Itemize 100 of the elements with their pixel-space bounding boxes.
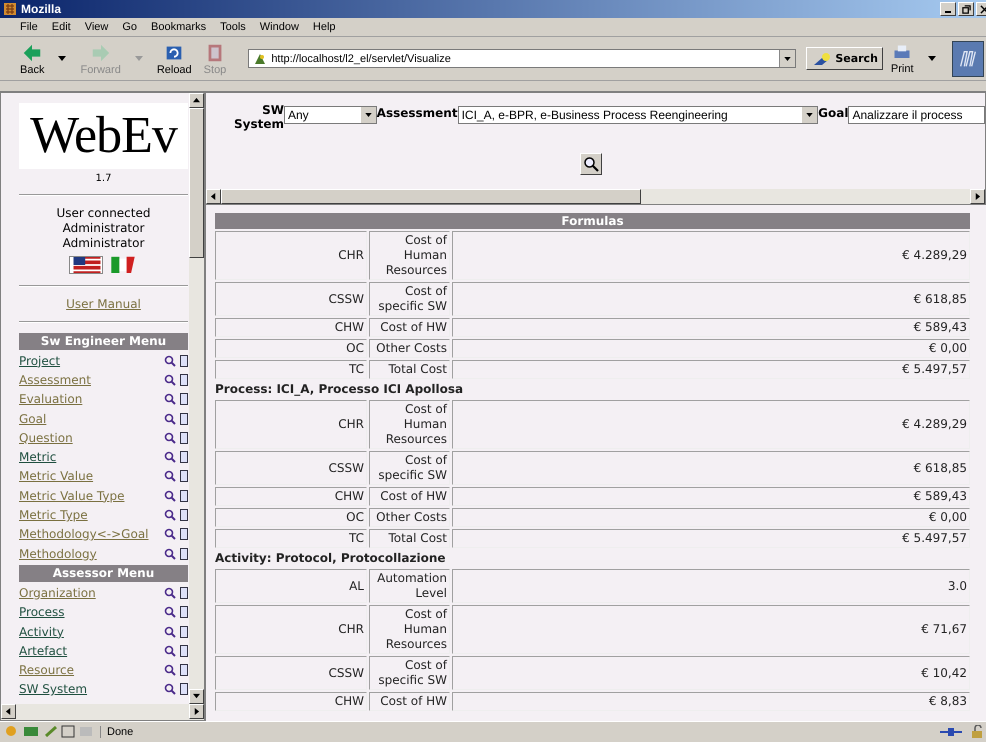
document-icon[interactable] — [180, 432, 188, 444]
search-icon[interactable] — [164, 354, 176, 367]
document-icon[interactable] — [180, 490, 188, 502]
assessment-select[interactable]: ICI_A, e-BPR, e-Business Process Reengineering — [458, 106, 818, 124]
scroll-thumb[interactable] — [221, 189, 641, 204]
scrollbar[interactable] — [206, 189, 985, 204]
search-button[interactable] — [580, 153, 602, 175]
address-field[interactable]: http://localhost/l2_el/servlet/Visualize — [248, 49, 796, 68]
menu-item[interactable]: File — [20, 21, 38, 33]
search-icon[interactable] — [164, 548, 176, 560]
scroll-arrow-icon[interactable] — [974, 193, 981, 200]
document-icon[interactable] — [180, 470, 188, 482]
search-icon[interactable] — [164, 528, 176, 540]
document-icon[interactable] — [180, 451, 188, 464]
menu-link[interactable]: Goal — [19, 412, 46, 426]
document-icon[interactable] — [180, 393, 188, 406]
menu-link[interactable]: Methodology<->Goal — [19, 527, 149, 542]
document-icon[interactable] — [180, 683, 188, 696]
menu-item[interactable]: Go — [122, 21, 138, 33]
document-icon[interactable] — [180, 509, 188, 522]
document-icon[interactable] — [180, 606, 188, 618]
table-cell: € 0,00 — [452, 339, 970, 358]
document-icon[interactable] — [180, 644, 188, 657]
menu-link[interactable]: Metric Type — [19, 508, 88, 522]
table-cell: € 5.497,57 — [452, 529, 970, 548]
toolbar-button[interactable]: Back — [16, 42, 48, 76]
dropdown-arrow-icon[interactable] — [928, 56, 936, 61]
table-cell: € 618,85 — [452, 282, 970, 316]
search-icon[interactable] — [164, 664, 176, 676]
document-icon[interactable] — [180, 412, 188, 425]
document-icon[interactable] — [180, 626, 188, 638]
table-cell: € 10,42 — [452, 656, 970, 690]
menu-link[interactable]: Resource — [19, 663, 74, 678]
dropdown-arrow-icon[interactable] — [364, 113, 372, 117]
menu-link[interactable]: Process — [19, 605, 65, 620]
table-cell: Cost of specific SW — [369, 451, 450, 485]
menu-item[interactable]: Tools — [220, 21, 246, 33]
table-cell: Cost of Human Resources — [369, 231, 450, 280]
menu-item[interactable]: View — [84, 21, 108, 33]
restore-button[interactable] — [958, 2, 974, 16]
menu-item[interactable]: Edit — [52, 21, 71, 33]
menu-link[interactable]: Metric Value Type — [19, 488, 124, 503]
search-icon[interactable] — [164, 432, 176, 444]
search-icon[interactable] — [164, 374, 176, 386]
search-icon[interactable] — [164, 470, 176, 482]
dropdown-arrow-icon[interactable] — [58, 56, 66, 61]
search-icon[interactable] — [164, 451, 176, 464]
table-cell: CHW — [215, 692, 367, 711]
menu-item[interactable]: Window — [260, 21, 299, 33]
document-icon[interactable] — [180, 374, 188, 386]
menu-link[interactable]: Metric — [19, 450, 56, 464]
logo: WebEv — [19, 103, 188, 169]
scroll-arrow-icon[interactable] — [193, 97, 200, 104]
user-manual-link[interactable]: User Manual — [66, 297, 141, 311]
table-cell: € 4.289,29 — [452, 400, 970, 449]
dropdown-arrow-icon[interactable] — [806, 113, 814, 117]
search-icon[interactable] — [164, 606, 176, 618]
scroll-arrow-icon[interactable] — [193, 708, 200, 715]
sw-system-select[interactable]: Any — [284, 106, 377, 124]
menu-link[interactable]: Question — [19, 430, 73, 445]
scroll-arrow-icon[interactable] — [210, 193, 217, 200]
menu-item[interactable]: Bookmarks — [151, 21, 206, 33]
menu-item[interactable]: Help — [312, 21, 336, 33]
menu-link[interactable]: Evaluation — [19, 392, 82, 406]
search-icon[interactable] — [164, 586, 176, 599]
search-icon[interactable] — [164, 683, 176, 696]
goal-select[interactable]: Analizzare il process — [848, 106, 985, 124]
search-icon[interactable] — [164, 644, 176, 657]
document-icon[interactable] — [180, 586, 188, 599]
toolbar-button[interactable]: Reload — [152, 42, 196, 76]
document-icon[interactable] — [180, 548, 188, 560]
search-icon[interactable] — [164, 509, 176, 522]
print-button[interactable]: Print — [886, 42, 918, 74]
scrollbar[interactable] — [189, 93, 204, 704]
search-icon[interactable] — [164, 626, 176, 638]
table-cell: Other Costs — [369, 508, 450, 527]
document-icon[interactable] — [180, 354, 188, 367]
search-icon[interactable] — [164, 393, 176, 406]
table-cell: € 589,43 — [452, 487, 970, 506]
menu-link[interactable]: SW System — [19, 682, 88, 696]
table-cell: € 4.289,29 — [452, 231, 970, 280]
scroll-arrow-icon[interactable] — [5, 708, 12, 715]
menu-link[interactable]: Organization — [19, 586, 96, 600]
language-flag-icon[interactable] — [68, 256, 102, 274]
menu-link[interactable]: Metric Value — [19, 469, 94, 484]
menu-link[interactable]: Assessment — [19, 372, 91, 387]
filter-label: SW System — [234, 103, 284, 131]
scrollbar[interactable] — [1, 704, 204, 720]
menu-link[interactable]: Methodology — [19, 546, 97, 561]
search-button[interactable]: Search — [806, 47, 883, 70]
menu-link[interactable]: Project — [19, 354, 60, 368]
scroll-thumb[interactable] — [189, 108, 204, 258]
menu-link[interactable]: Activity — [19, 624, 64, 638]
menu-link[interactable]: Artefact — [19, 644, 68, 658]
search-icon[interactable] — [164, 412, 176, 425]
document-icon[interactable] — [180, 664, 188, 676]
search-icon[interactable] — [164, 490, 176, 502]
scroll-arrow-icon[interactable] — [193, 693, 200, 700]
minimize-button[interactable] — [940, 2, 956, 16]
document-icon[interactable] — [180, 528, 188, 540]
